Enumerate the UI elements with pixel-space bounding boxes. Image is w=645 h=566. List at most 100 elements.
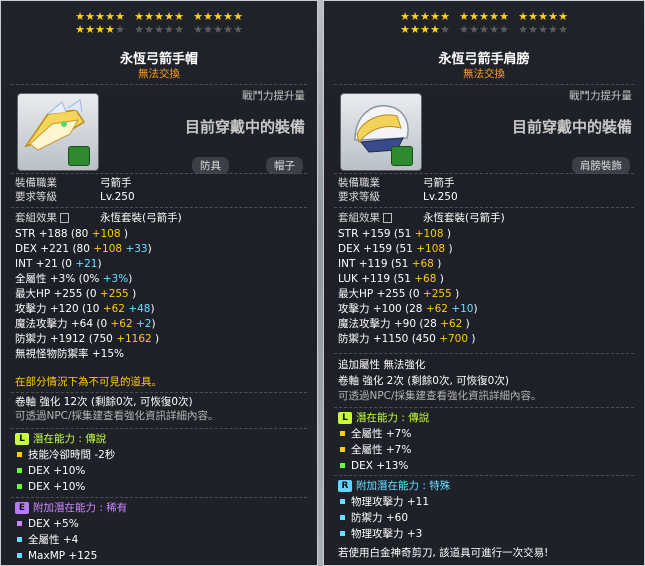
star-empty-icon: ★ <box>233 23 243 36</box>
additional-potential-title: R 附加潛在能力 : 特殊 <box>338 479 450 493</box>
star-filled-icon: ★ <box>410 10 420 23</box>
item-title: 永恆弓箭手肩膀 <box>438 52 530 67</box>
lock-icon <box>391 146 413 166</box>
req-level-row: 要求等級 Lv.250 <box>338 191 458 203</box>
tag-shoulder: 肩膀裝飾 <box>572 157 630 174</box>
tag-armor: 防具 <box>192 157 229 174</box>
stat-row: 防禦力 +1912 (750 +1162 ) <box>15 333 160 345</box>
stat-row: LUK +119 (51 +68 ) <box>338 273 444 285</box>
archer-shoulder-icon <box>340 93 422 171</box>
potential-line: DEX +13% <box>338 459 408 473</box>
potential-line: 技能冷卻時間 -2秒 <box>15 448 115 462</box>
star-empty-icon: ★ <box>528 23 538 36</box>
star-empty-icon: ★ <box>223 23 233 36</box>
divider <box>11 392 307 393</box>
potential-title: L 潛在能力 : 傳說 <box>15 432 106 446</box>
currently-equipped-label: 目前穿戴中的裝備 <box>511 118 632 136</box>
star-filled-icon: ★ <box>95 23 105 36</box>
item-tooltip-shoulder: ★★★★★ ★★★★★ ★★★★★ ★★★★★ ★★★★★ ★★★★★ 永恆弓箭手肩膀 … <box>323 0 645 566</box>
set-effect-row: 套組效果 永恆套裝(弓箭手) <box>15 212 182 224</box>
stat-row: INT +119 (51 +68 ) <box>338 258 442 270</box>
req-job-row: 裝備職業 弓箭手 <box>338 177 455 189</box>
star-filled-icon: ★ <box>105 23 115 36</box>
star-filled-icon: ★ <box>528 10 538 23</box>
star-empty-icon: ★ <box>459 23 469 36</box>
star-filled-icon: ★ <box>459 10 469 23</box>
star-filled-icon: ★ <box>75 23 85 36</box>
scroll-upgrade-row: 卷軸 強化 12次 (剩餘0次, 可恢復0次) <box>15 396 193 408</box>
star-force: ★★★★★ ★★★★★ ★★★★★ ★★★★★ ★★★★★ ★★★★★ <box>1 11 317 37</box>
additional-potential-line: 物理攻擊力 +11 <box>338 495 429 509</box>
star-filled-icon: ★ <box>548 10 558 23</box>
divider <box>11 428 307 429</box>
star-filled-icon: ★ <box>430 23 440 36</box>
star-filled-icon: ★ <box>115 10 125 23</box>
divider <box>11 497 307 498</box>
potential-title: L 潛在能力 : 傳說 <box>338 411 429 425</box>
stat-row: 魔法攻擊力 +90 (28 +62 ) <box>338 318 470 330</box>
star-filled-icon: ★ <box>213 10 223 23</box>
stat-row: 無視怪物防禦率 +15% <box>15 348 124 360</box>
potential-line: DEX +10% <box>15 464 85 478</box>
star-filled-icon: ★ <box>85 23 95 36</box>
star-filled-icon: ★ <box>223 10 233 23</box>
star-empty-icon: ★ <box>489 23 499 36</box>
additional-potential-line: 全屬性 +4 <box>15 533 78 547</box>
additional-potential-title: E 附加潛在能力 : 稀有 <box>15 501 127 515</box>
divider <box>334 475 634 476</box>
scroll-upgrade-row: 卷軸 強化 2次 (剩餘0次, 可恢復0次) <box>338 375 509 387</box>
star-filled-icon: ★ <box>440 10 450 23</box>
divider <box>334 407 634 408</box>
divider <box>334 84 634 85</box>
star-filled-icon: ★ <box>85 10 95 23</box>
stat-row: 攻擊力 +120 (10 +62 +48) <box>15 303 155 315</box>
star-empty-icon: ★ <box>440 23 450 36</box>
star-filled-icon: ★ <box>420 10 430 23</box>
star-filled-icon: ★ <box>400 23 410 36</box>
star-empty-icon: ★ <box>469 23 479 36</box>
untradeable-label: 無法交換 <box>463 68 505 80</box>
star-force: ★★★★★ ★★★★★ ★★★★★ ★★★★★ ★★★★★ ★★★★★ <box>324 11 644 37</box>
invisible-note: 在部分情況下為不可見的道具。 <box>15 376 162 388</box>
star-filled-icon: ★ <box>95 10 105 23</box>
lock-icon <box>68 146 90 166</box>
additional-potential-line: DEX +5% <box>15 517 79 531</box>
combat-power-label: 戰鬥力提升量 <box>242 90 305 102</box>
additional-potential-line: 防禦力 +60 <box>338 511 408 525</box>
star-filled-icon: ★ <box>75 10 85 23</box>
star-empty-icon: ★ <box>213 23 223 36</box>
star-filled-icon: ★ <box>558 10 568 23</box>
star-empty-icon: ★ <box>203 23 213 36</box>
stat-row: 攻擊力 +100 (28 +62 +10) <box>338 303 478 315</box>
star-empty-icon: ★ <box>538 23 548 36</box>
extra-attribute-row: 追加屬性 無法強化 <box>338 359 426 371</box>
additional-potential-line: MaxMP +125 <box>15 549 97 563</box>
item-tooltip-hat: ★★★★★ ★★★★★ ★★★★★ ★★★★★ ★★★★★ ★★★★★ 永恆弓箭手帽 無… <box>0 0 318 566</box>
untradeable-label: 無法交換 <box>138 68 180 80</box>
stat-row: 最大HP +255 (0 +255 ) <box>338 288 460 300</box>
stat-row: 最大HP +255 (0 +255 ) <box>15 288 137 300</box>
star-empty-icon: ★ <box>548 23 558 36</box>
stat-row: STR +159 (51 +108 ) <box>338 228 451 240</box>
divider <box>334 173 634 174</box>
star-filled-icon: ★ <box>489 10 499 23</box>
star-filled-icon: ★ <box>469 10 479 23</box>
star-filled-icon: ★ <box>410 23 420 36</box>
star-filled-icon: ★ <box>400 10 410 23</box>
star-empty-icon: ★ <box>193 23 203 36</box>
req-job-row: 裝備職業 弓箭手 <box>15 177 132 189</box>
stat-row: INT +21 (0 +21) <box>15 258 102 270</box>
tag-hat: 帽子 <box>266 157 303 174</box>
combat-power-label: 戰鬥力提升量 <box>569 90 632 102</box>
star-empty-icon: ★ <box>479 23 489 36</box>
star-filled-icon: ★ <box>430 10 440 23</box>
star-empty-icon: ★ <box>164 23 174 36</box>
set-effect-row: 套組效果 永恆套裝(弓箭手) <box>338 212 505 224</box>
star-filled-icon: ★ <box>479 10 489 23</box>
potential-line: 全屬性 +7% <box>338 443 411 457</box>
star-filled-icon: ★ <box>518 10 528 23</box>
stat-row: DEX +221 (80 +108 +33) <box>15 243 152 255</box>
star-empty-icon: ★ <box>558 23 568 36</box>
star-filled-icon: ★ <box>538 10 548 23</box>
divider <box>334 207 634 208</box>
